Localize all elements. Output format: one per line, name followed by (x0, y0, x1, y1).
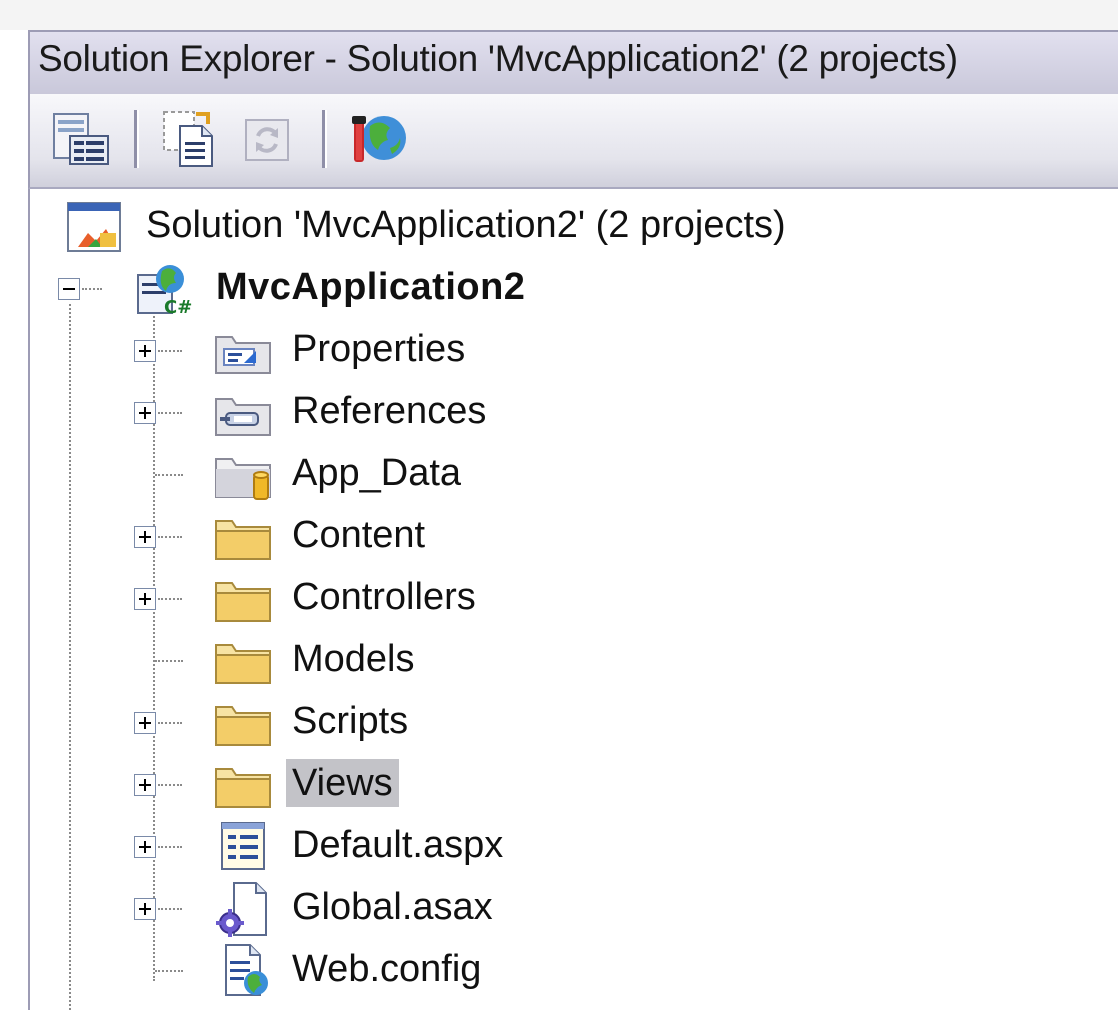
show-all-files-button[interactable] (158, 108, 220, 170)
tree-row-content[interactable]: Content (30, 507, 1030, 567)
toolbar-separator (134, 110, 139, 168)
show-all-files-icon (163, 111, 213, 167)
toolbar (28, 94, 1118, 189)
tree-line (158, 598, 182, 600)
tree-row-global-asax[interactable]: Global.asax (30, 879, 1030, 939)
solution-label: Solution 'MvcApplication2' (2 projects) (146, 204, 786, 246)
tree-item-label: Global.asax (292, 886, 493, 928)
tree-item-label: Scripts (292, 700, 409, 742)
tree-row-web-config[interactable]: Web.config (30, 941, 1030, 1001)
folder-icon (215, 582, 271, 622)
tree-line (158, 784, 182, 786)
tree-item-label: Web.config (292, 948, 482, 990)
project-label: MvcApplication2 (216, 266, 526, 308)
svg-text:C#: C# (164, 297, 192, 317)
tree-line (158, 536, 182, 538)
tree-line (82, 288, 102, 290)
tree-item-label: App_Data (292, 452, 462, 494)
csharp-web-project-icon: C# (137, 265, 192, 317)
expand-toggle[interactable] (134, 340, 156, 362)
tree-row-references[interactable]: References (30, 383, 1030, 443)
tree-row-app-data[interactable]: App_Data (30, 445, 1030, 505)
folder-icon (215, 644, 271, 684)
tree-item-label: References (292, 390, 487, 432)
toolbar-separator (322, 110, 327, 168)
expand-toggle[interactable] (134, 774, 156, 796)
tree-item-label: Content (292, 514, 426, 556)
tree-item-label: Models (292, 638, 415, 680)
properties-button[interactable] (50, 108, 112, 170)
folder-icon (215, 768, 271, 808)
asp-net-configuration-button[interactable] (346, 108, 408, 170)
tree-line (158, 350, 182, 352)
expand-toggle[interactable] (134, 712, 156, 734)
tree-line (158, 908, 182, 910)
references-folder-icon (215, 398, 271, 436)
window-title: Solution Explorer - Solution 'MvcApplica… (38, 38, 958, 79)
properties-icon (53, 113, 109, 165)
tree-row-project[interactable]: C# MvcApplication2 (30, 259, 1030, 319)
folder-icon (215, 706, 271, 746)
solution-icon (67, 202, 121, 252)
tree-row-views[interactable]: Views (30, 755, 1030, 815)
asp-net-configuration-icon (352, 116, 406, 162)
properties-folder-icon (215, 336, 271, 374)
tree-line (158, 846, 182, 848)
tree-item-label: Views (286, 759, 399, 807)
solution-explorer-window: Solution Explorer - Solution 'MvcApplica… (0, 0, 1118, 1010)
folder-icon (215, 520, 271, 560)
expand-toggle[interactable] (134, 588, 156, 610)
tree-line (155, 970, 183, 972)
expand-toggle[interactable] (134, 898, 156, 920)
tree-item-label: Controllers (292, 576, 476, 618)
config-file-icon (225, 944, 268, 996)
tree-row-controllers[interactable]: Controllers (30, 569, 1030, 629)
tree-row-models[interactable]: Models (30, 631, 1030, 691)
tree-line (158, 722, 182, 724)
app-data-folder-icon (215, 458, 271, 500)
tree-line (155, 474, 183, 476)
collapse-toggle[interactable] (58, 278, 80, 300)
tree-row-properties[interactable]: Properties (30, 321, 1030, 381)
title-bar[interactable]: Solution Explorer - Solution 'MvcApplica… (28, 30, 1118, 94)
expand-toggle[interactable] (134, 402, 156, 424)
tree-item-label: Properties (292, 328, 466, 370)
refresh-icon (245, 119, 289, 161)
top-strip (0, 0, 1118, 30)
aspx-file-icon (221, 822, 265, 870)
expand-toggle[interactable] (134, 526, 156, 548)
tree-row-solution[interactable]: Solution 'MvcApplication2' (2 projects) (30, 197, 1030, 257)
tree-row-scripts[interactable]: Scripts (30, 693, 1030, 753)
tree-line (155, 660, 183, 662)
tree-item-label: Default.aspx (292, 824, 504, 866)
refresh-button[interactable] (236, 108, 298, 170)
tree-row-default-aspx[interactable]: Default.aspx (30, 817, 1030, 877)
expand-toggle[interactable] (134, 836, 156, 858)
solution-tree: Solution 'MvcApplication2' (2 projects) … (28, 189, 1118, 1010)
tree-line (158, 412, 182, 414)
asax-file-icon (216, 882, 267, 937)
